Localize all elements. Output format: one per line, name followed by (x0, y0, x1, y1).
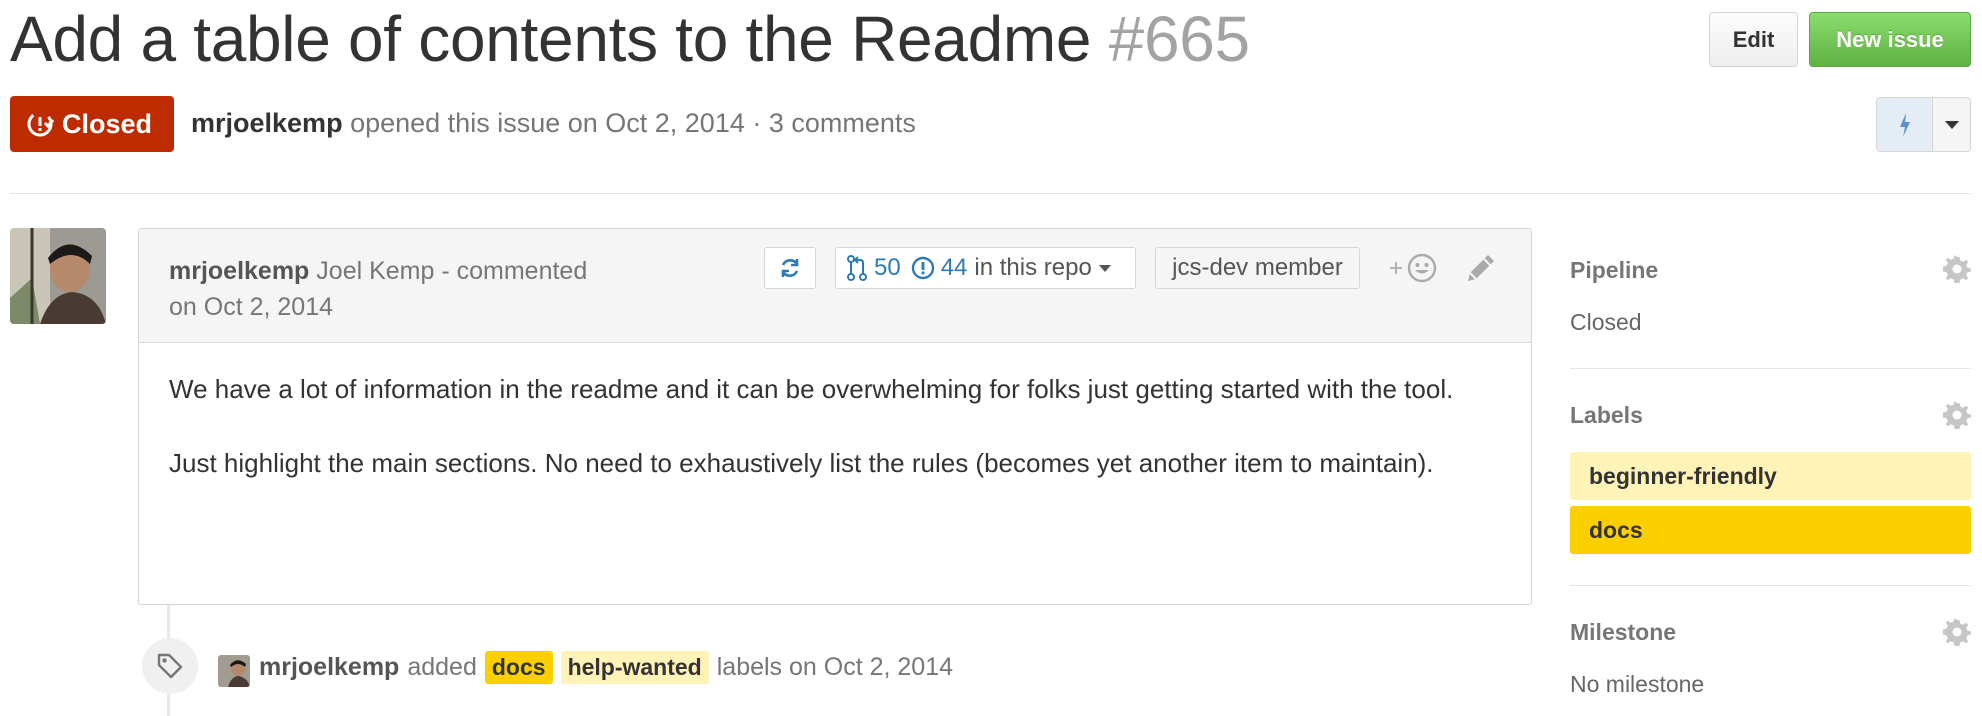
action-split-button[interactable] (1876, 97, 1971, 152)
event-avatar[interactable] (218, 655, 250, 687)
issue-meta: mrjoelkemp opened this issue on Oct 2, 2… (191, 108, 916, 139)
sync-icon (781, 259, 799, 277)
lightning-icon (1899, 112, 1910, 137)
sidebar-divider (1570, 585, 1971, 586)
comment-author-meta: Joel Kemp - commented (316, 257, 588, 285)
label-docs[interactable]: docs (484, 651, 553, 684)
issue-number: #665 (1108, 3, 1250, 75)
avatar[interactable] (10, 228, 106, 324)
gear-icon[interactable] (1943, 255, 1971, 283)
issue-closed-icon (27, 111, 54, 137)
smiley-icon (1407, 253, 1437, 283)
status-badge: Closed (10, 96, 174, 152)
event-action: added (407, 653, 477, 681)
sidebar-divider (1570, 368, 1971, 369)
labels-heading: Labels (1570, 402, 1643, 428)
repo-stats-label: in this repo (974, 254, 1092, 281)
label-help-wanted[interactable]: help-wanted (560, 651, 709, 684)
caret-down-icon (1944, 120, 1959, 129)
pr-count: 50 (874, 254, 901, 281)
issue-title: Add a table of contents to the Readme #6… (10, 2, 1250, 76)
sidebar-label-beginner-friendly[interactable]: beginner-friendly (1570, 452, 1971, 500)
pencil-icon (1468, 255, 1494, 281)
dropdown-toggle[interactable] (1933, 98, 1970, 151)
plus-icon (1390, 262, 1402, 274)
comment-body: We have a lot of information in the read… (169, 369, 1509, 517)
issue-author-link[interactable]: mrjoelkemp (191, 108, 343, 138)
caret-down-icon (1098, 264, 1111, 272)
sidebar-label-docs[interactable]: docs (1570, 506, 1971, 554)
refresh-button[interactable] (764, 247, 816, 289)
milestone-heading: Milestone (1570, 619, 1677, 645)
milestone-value: No milestone (1570, 671, 1705, 697)
gear-icon[interactable] (1943, 618, 1971, 646)
comment-author-line: mrjoelkemp Joel Kemp - commented on Oct … (169, 253, 629, 325)
edit-comment-button[interactable] (1464, 251, 1498, 285)
pull-request-icon (847, 255, 867, 281)
event-suffix: labels on Oct 2, 2014 (716, 653, 954, 681)
pipeline-heading: Pipeline (1570, 257, 1659, 283)
comment: mrjoelkemp Joel Kemp - commented on Oct … (138, 228, 1532, 605)
comment-author-link[interactable]: mrjoelkemp (169, 257, 309, 285)
comment-header: mrjoelkemp Joel Kemp - commented on Oct … (139, 229, 1531, 343)
repo-stats-dropdown[interactable]: 50 44 in this repo (835, 247, 1136, 289)
new-issue-button[interactable]: New issue (1809, 12, 1971, 67)
edit-button[interactable]: Edit (1709, 12, 1798, 67)
pipeline-value: Closed (1570, 309, 1642, 335)
header-divider (10, 193, 1971, 194)
add-reaction-button[interactable] (1389, 249, 1445, 287)
gear-icon[interactable] (1943, 401, 1971, 429)
comment-paragraph: Just highlight the main sections. No nee… (169, 448, 1434, 478)
tag-icon (157, 653, 183, 679)
issue-count: 44 (940, 254, 968, 281)
zap-button[interactable] (1877, 98, 1933, 151)
issue-opened-text: opened this issue on Oct 2, 2014 · 3 com… (350, 108, 916, 138)
comment-date[interactable]: on Oct 2, 2014 (169, 293, 333, 321)
comment-paragraph: We have a lot of information in the read… (169, 374, 1454, 404)
event-author-link[interactable]: mrjoelkemp (259, 653, 399, 682)
issue-opened-icon (911, 256, 934, 280)
label-event-text: mrjoelkemp added docs help-wanted labels… (259, 651, 953, 684)
member-badge: jcs-dev member (1155, 247, 1360, 289)
status-badge-label: Closed (62, 108, 153, 139)
issue-title-text: Add a table of contents to the Readme (10, 3, 1092, 75)
label-event-badge (142, 638, 198, 694)
